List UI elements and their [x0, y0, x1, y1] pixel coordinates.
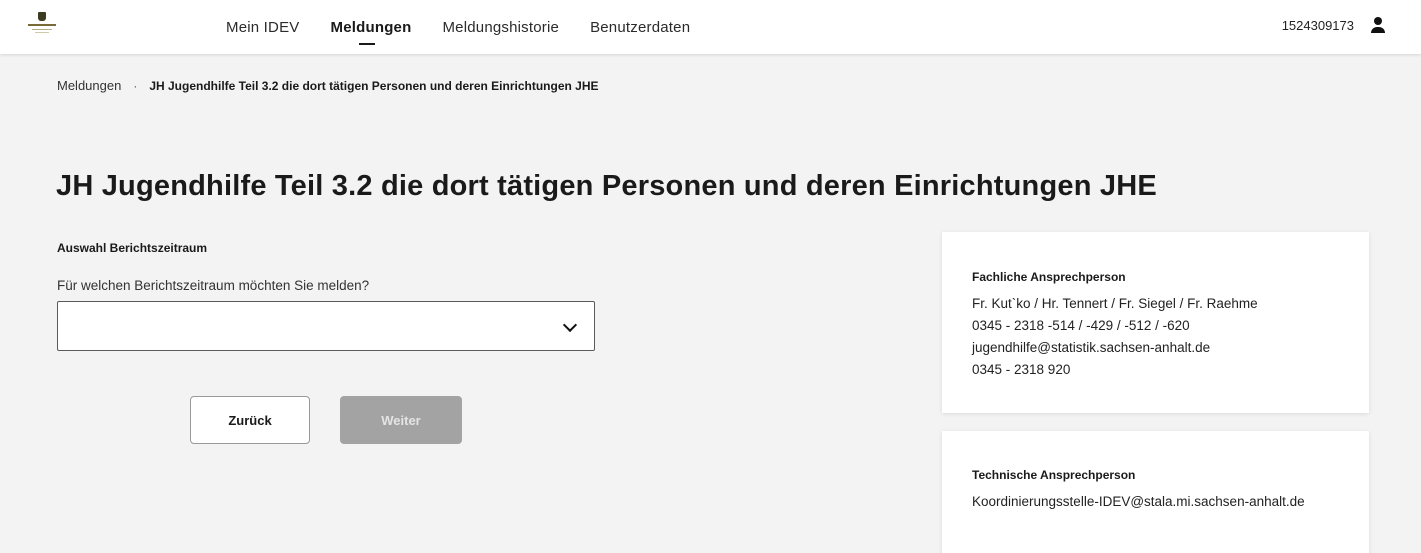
user-icon-body	[1371, 27, 1385, 33]
section-label: Auswahl Berichtszeitraum	[57, 241, 208, 255]
logo-crest	[38, 12, 46, 21]
top-navigation-bar: Mein IDEV Meldungen Meldungshistorie Ben…	[0, 0, 1421, 54]
sachsen-anhalt-logo[interactable]	[24, 12, 60, 38]
contact-fax: 0345 - 2318 920	[972, 362, 1071, 377]
nav-item-benutzerdaten[interactable]: Benutzerdaten	[590, 19, 690, 36]
logo-subline	[35, 32, 49, 33]
berichtszeitraum-select[interactable]	[57, 301, 595, 351]
nav-item-mein-idev[interactable]: Mein IDEV	[226, 19, 300, 36]
page-title: JH Jugendhilfe Teil 3.2 die dort tätigen…	[56, 170, 1157, 202]
contact-names: Fr. Kut`ko / Hr. Tennert / Fr. Siegel / …	[972, 296, 1258, 311]
breadcrumb-current: JH Jugendhilfe Teil 3.2 die dort tätigen…	[149, 78, 599, 93]
contact-card-title: Fachliche Ansprechperson	[972, 270, 1126, 284]
user-icon-head	[1374, 17, 1382, 25]
contact-card-technisch: Technische Ansprechperson Koordinierungs…	[942, 431, 1369, 553]
contact-email-link[interactable]: Koordinierungsstelle-IDEV@stala.mi.sachs…	[972, 491, 1332, 513]
logo-tagline	[32, 29, 52, 30]
logo-wordmark	[28, 24, 56, 26]
nav-item-meldungen[interactable]: Meldungen	[331, 19, 412, 45]
back-button[interactable]: Zurück	[190, 396, 310, 444]
user-icon[interactable]	[1369, 17, 1387, 35]
main-nav: Mein IDEV Meldungen Meldungshistorie Ben…	[226, 0, 721, 54]
breadcrumb: Meldungen · JH Jugendhilfe Teil 3.2 die …	[57, 78, 599, 93]
contact-email-link[interactable]: jugendhilfe@statistik.sachsen-anhalt.de	[972, 337, 1258, 359]
breadcrumb-root-link[interactable]: Meldungen	[57, 78, 121, 93]
user-id[interactable]: 1524309173	[1282, 18, 1354, 33]
contact-card-title: Technische Ansprechperson	[972, 468, 1136, 482]
contact-card-details: Koordinierungsstelle-IDEV@stala.mi.sachs…	[972, 491, 1332, 513]
contact-card-details: Fr. Kut`ko / Hr. Tennert / Fr. Siegel / …	[972, 293, 1258, 381]
next-button[interactable]: Weiter	[340, 396, 462, 444]
select-question-label: Für welchen Berichtszeitraum möchten Sie…	[57, 278, 370, 293]
breadcrumb-separator: ·	[133, 78, 138, 93]
contact-phone: 0345 - 2318 -514 / -429 / -512 / -620	[972, 318, 1190, 333]
contact-card-fachlich: Fachliche Ansprechperson Fr. Kut`ko / Hr…	[942, 232, 1369, 413]
nav-item-meldungshistorie[interactable]: Meldungshistorie	[442, 19, 559, 36]
chevron-down-icon	[564, 320, 576, 332]
